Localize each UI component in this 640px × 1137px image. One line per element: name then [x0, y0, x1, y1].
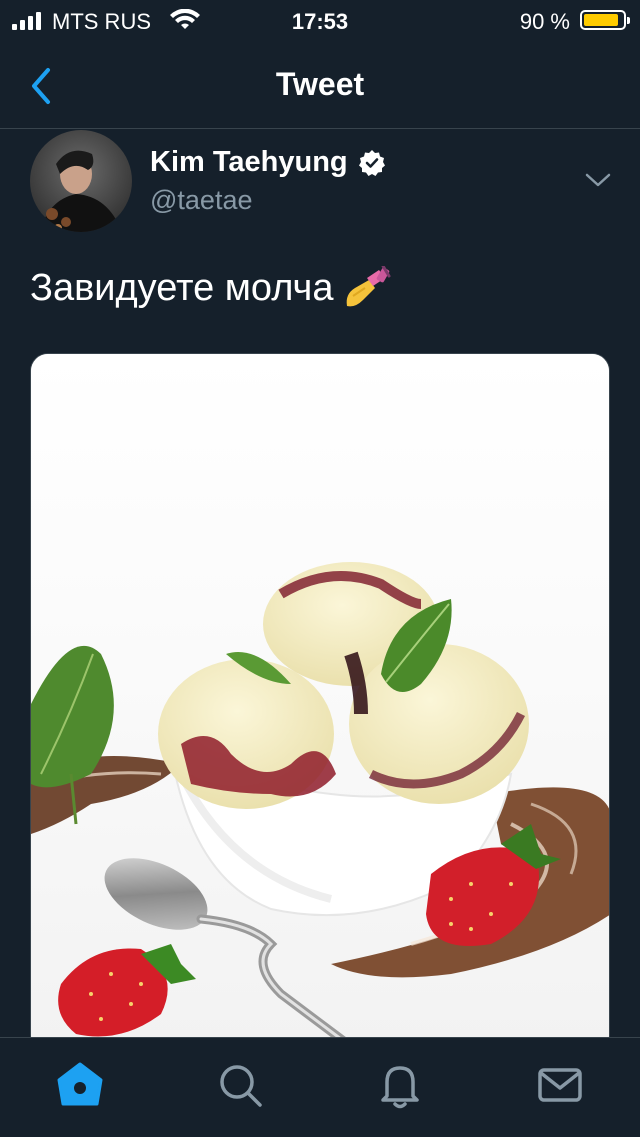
chevron-down-icon[interactable] [584, 170, 612, 190]
avatar[interactable] [30, 130, 132, 232]
home-icon[interactable] [55, 1060, 105, 1110]
tweet-media-image[interactable] [30, 353, 610, 1053]
battery-level-fill [584, 14, 619, 26]
page-title: Tweet [275, 66, 365, 102]
battery-percent: 90 % [519, 9, 570, 34]
author-handle[interactable]: @taetae [150, 185, 252, 216]
tweet-text: Завидуете молча [30, 266, 334, 309]
nail-polish-emoji-icon [347, 266, 391, 307]
messages-icon[interactable] [535, 1060, 585, 1110]
tab-bar [0, 1037, 640, 1137]
search-icon[interactable] [215, 1060, 265, 1110]
status-bar: MTS RUS 17:53 90 % [0, 0, 640, 42]
author-name[interactable]: Kim Taehyung [150, 146, 348, 179]
tweet-text-row: Завидуете молча [30, 266, 391, 310]
nav-header: Tweet [0, 42, 640, 129]
verified-badge-icon [358, 149, 385, 176]
author-row: Kim Taehyung [150, 146, 386, 179]
notifications-icon[interactable] [375, 1060, 425, 1110]
battery-icon [580, 10, 630, 30]
